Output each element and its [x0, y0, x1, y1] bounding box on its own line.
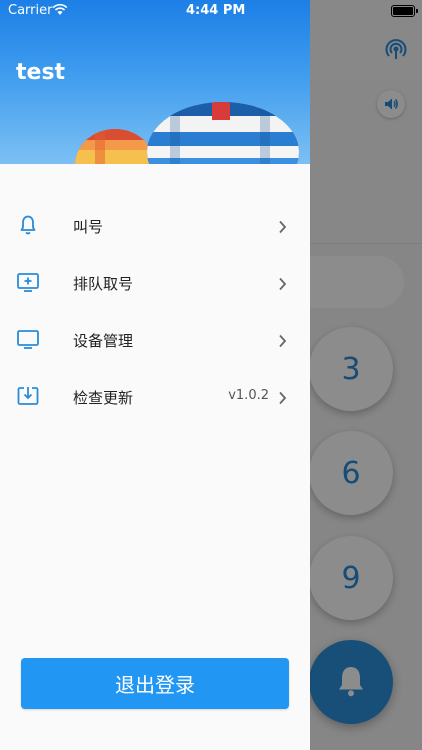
menu-item-call-number[interactable]: 叫号 — [0, 197, 310, 254]
navigation-drawer: test 叫号 排队取号 设备管理 检查更新 v1.0.2 退出登录 — [0, 0, 310, 750]
bell-icon — [16, 213, 40, 237]
chevron-right-icon — [278, 333, 287, 352]
add-screen-icon — [16, 270, 40, 294]
app-version: v1.0.2 — [228, 388, 269, 403]
menu-item-label: 检查更新 — [73, 389, 134, 407]
menu-item-device-management[interactable]: 设备管理 — [0, 311, 310, 368]
wifi-icon — [52, 3, 68, 20]
status-bar: Carrier 4:44 PM — [0, 0, 422, 22]
chevron-right-icon — [278, 390, 287, 409]
menu-item-label: 排队取号 — [73, 275, 134, 293]
drawer-header: test — [0, 0, 310, 164]
battery-icon — [391, 5, 418, 17]
username: test — [16, 60, 66, 85]
menu-item-queue-ticket[interactable]: 排队取号 — [0, 254, 310, 311]
menu-item-label: 叫号 — [73, 218, 104, 236]
menu-item-check-update[interactable]: 检查更新 v1.0.2 — [0, 368, 310, 425]
download-icon — [16, 384, 40, 408]
chevron-right-icon — [278, 276, 287, 295]
chevron-right-icon — [278, 219, 287, 238]
carrier-label: Carrier — [8, 3, 53, 18]
monitor-icon — [16, 327, 40, 351]
menu-item-label: 设备管理 — [73, 332, 134, 350]
logout-button[interactable]: 退出登录 — [21, 658, 289, 709]
clock: 4:44 PM — [186, 3, 246, 18]
drawer-menu: 叫号 排队取号 设备管理 检查更新 v1.0.2 — [0, 197, 310, 425]
